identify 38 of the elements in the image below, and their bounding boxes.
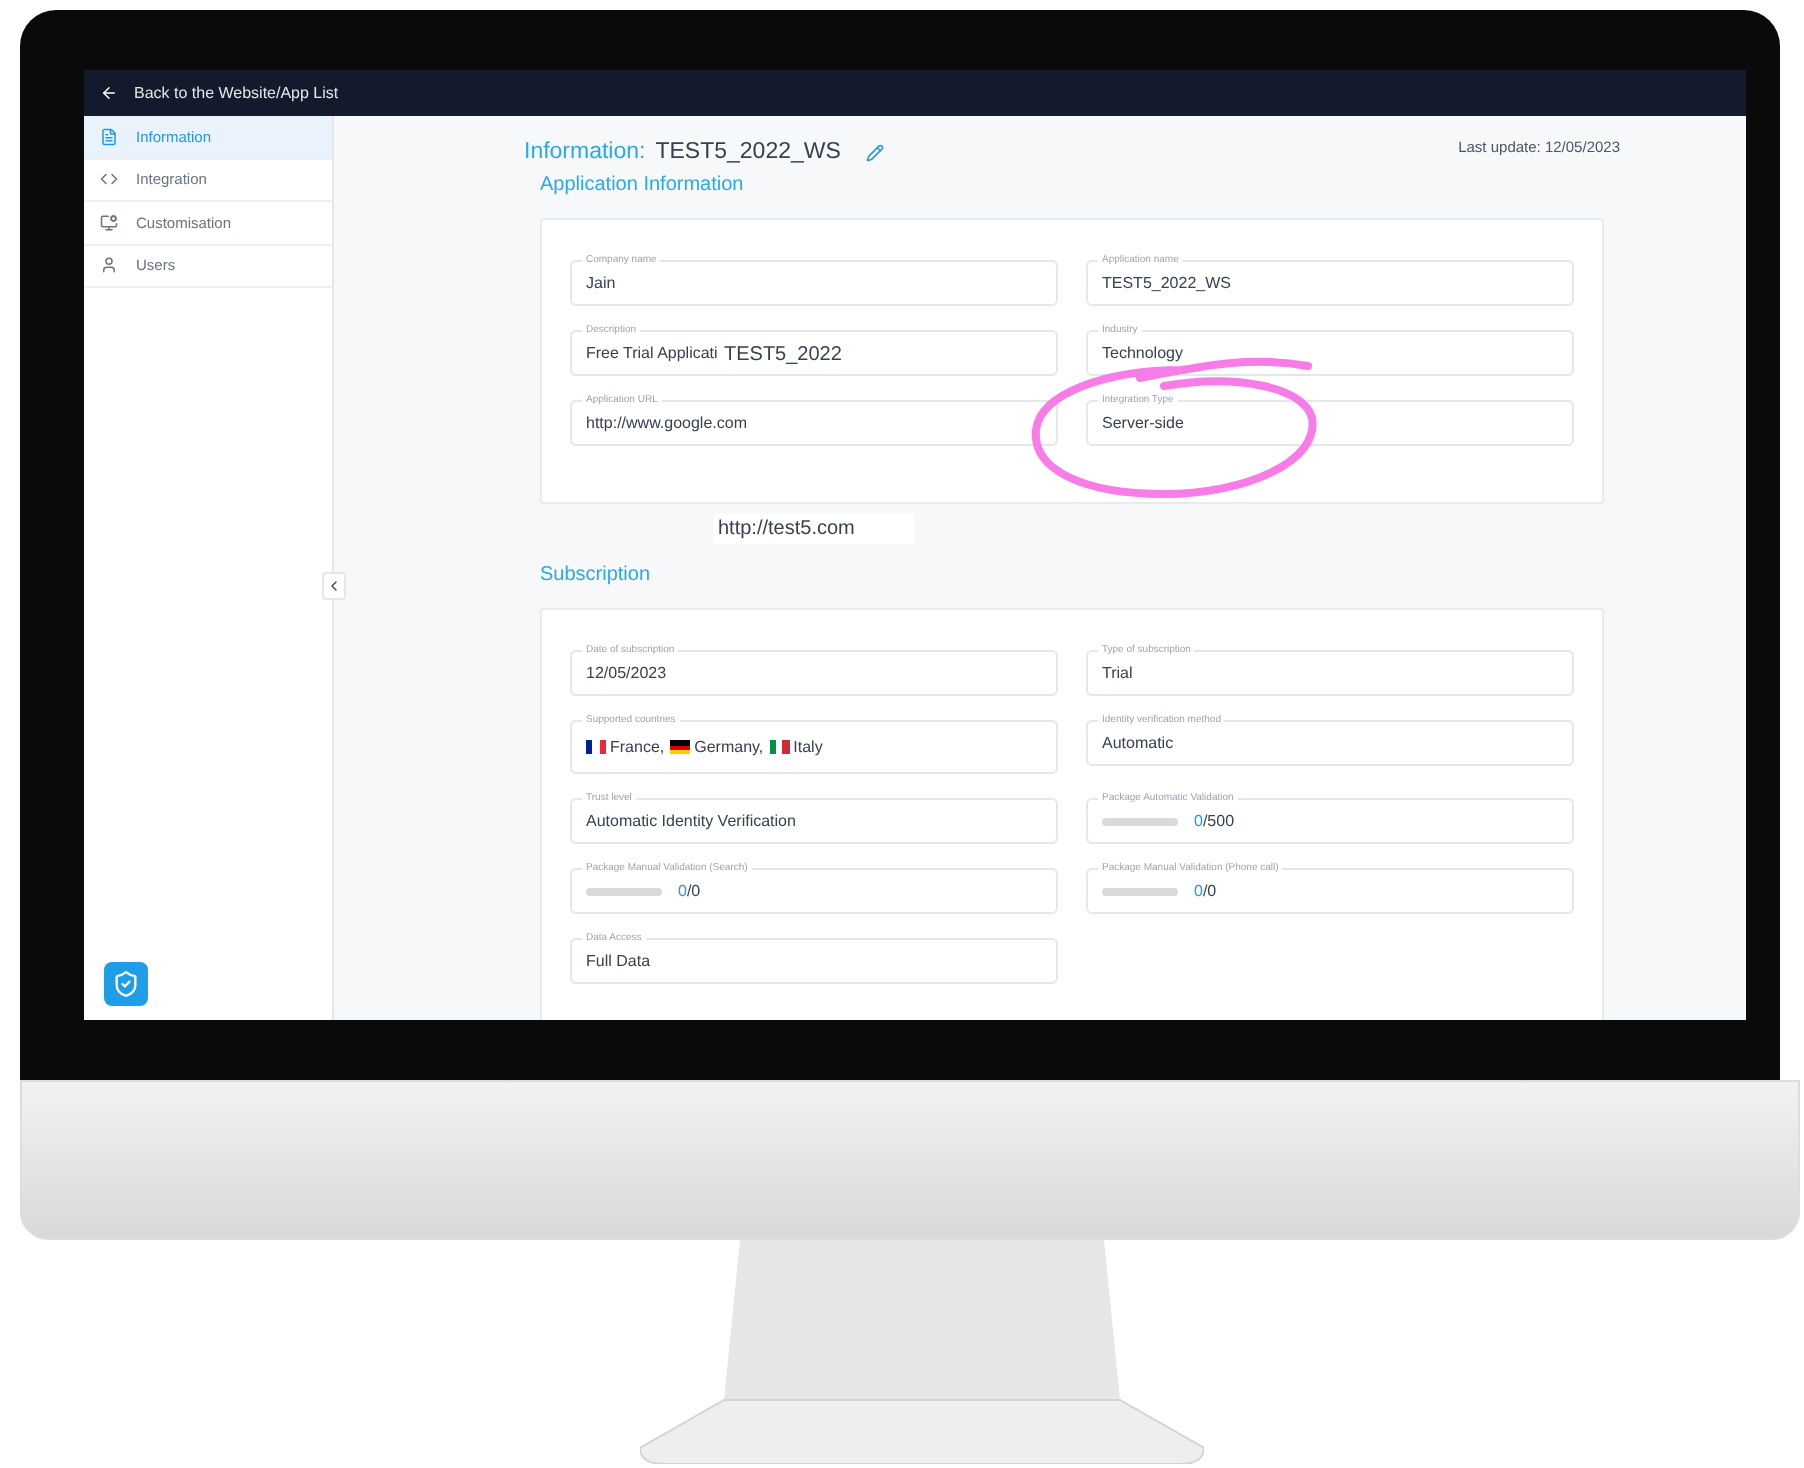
edit-pencil-icon[interactable]	[866, 144, 885, 163]
field-value: TEST5_2022_WS	[1102, 271, 1231, 296]
total-count: /0	[1202, 879, 1217, 904]
user-icon	[100, 256, 118, 275]
country-name: Germany,	[694, 735, 764, 760]
field-value: Full Data	[586, 949, 651, 974]
total-count: /0	[686, 879, 701, 904]
back-arrow-icon[interactable]	[100, 84, 118, 102]
chevron-left-icon	[326, 578, 342, 594]
field-value: Automatic	[1102, 731, 1174, 756]
overlay-text: http://test5.com	[714, 514, 914, 545]
used-count: 0	[1194, 809, 1203, 834]
country-name: Italy	[793, 735, 823, 760]
field-value: Server-side	[1102, 411, 1184, 436]
total-count: /500	[1202, 809, 1235, 834]
field-value: Free Trial Applicati	[586, 341, 718, 366]
country-name: France,	[610, 735, 665, 760]
page-title-label: Information:	[524, 138, 646, 168]
field-value: http://www.google.com	[586, 411, 747, 436]
shield-logo-icon[interactable]	[104, 962, 148, 1006]
code-icon	[100, 170, 118, 189]
document-icon	[100, 127, 118, 146]
back-link[interactable]: Back to the Website/App List	[134, 81, 339, 105]
field-value: Technology	[1102, 341, 1183, 366]
flag-icon	[670, 740, 691, 755]
collapse-button[interactable]	[322, 572, 346, 600]
field-value: Jain	[586, 271, 616, 296]
field-value: Trial	[1102, 661, 1133, 686]
flag-icon	[769, 740, 790, 755]
section-title: Application Information	[540, 172, 746, 201]
page-title-value: TEST5_2022_WS	[655, 138, 841, 168]
field-value: Automatic Identity Verification	[586, 809, 796, 834]
monitor-gear-icon	[100, 213, 118, 232]
flag-icon	[586, 740, 606, 755]
section-title: Subscription	[540, 562, 653, 591]
field-value: 12/05/2023	[586, 661, 667, 686]
used-count: 0	[678, 879, 687, 904]
used-count: 0	[1194, 879, 1203, 904]
